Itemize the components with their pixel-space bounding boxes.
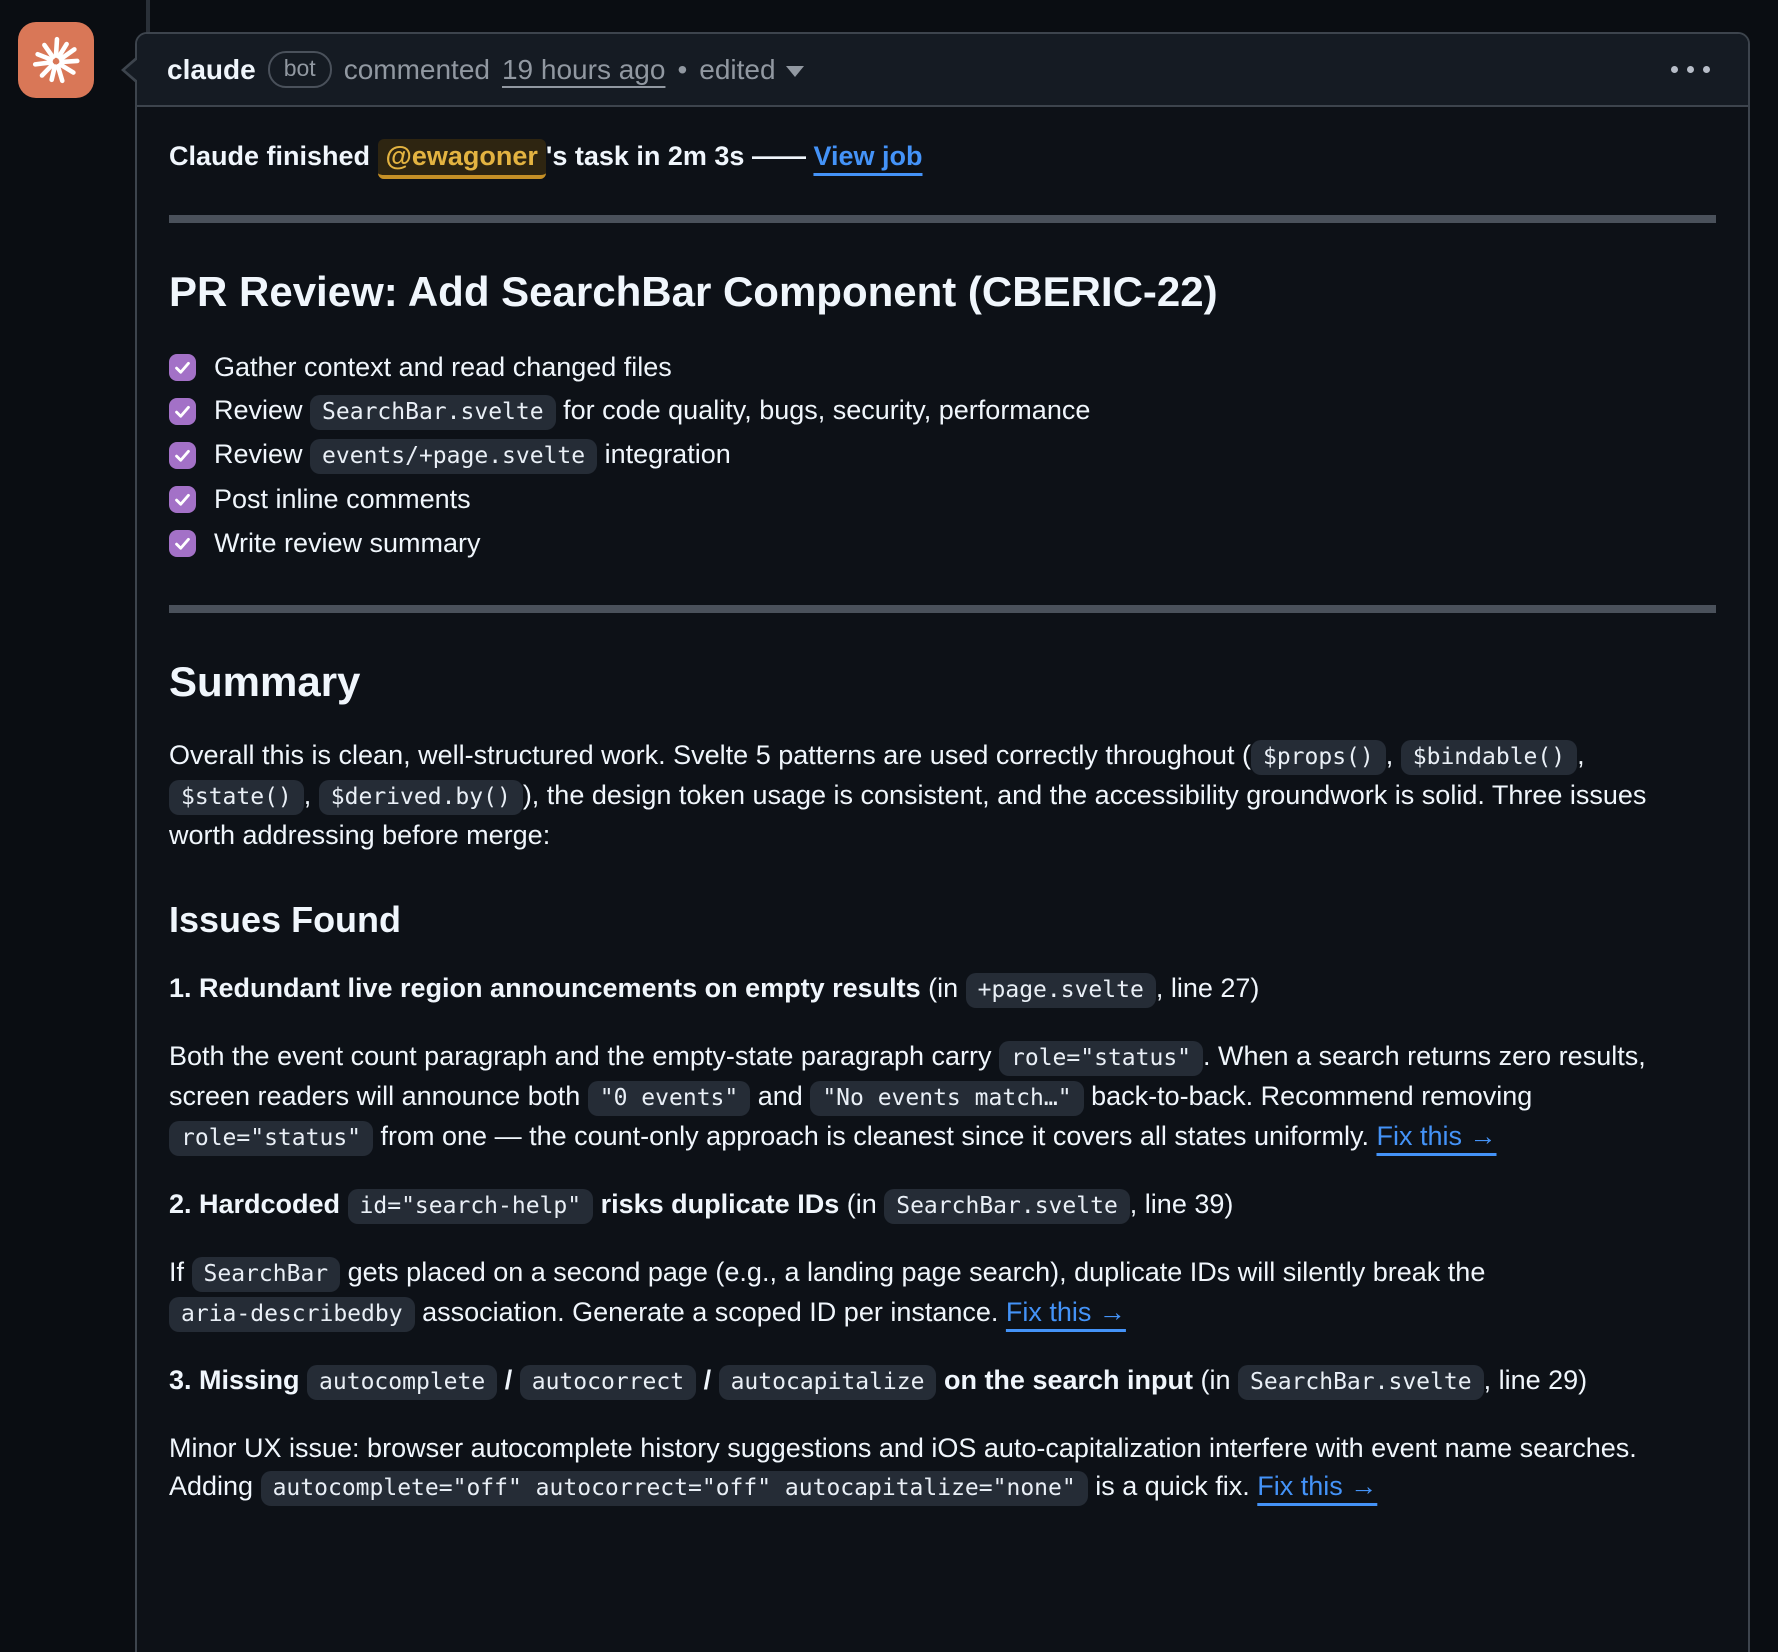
- checked-checkbox-icon[interactable]: [169, 354, 196, 381]
- checked-checkbox-icon[interactable]: [169, 398, 196, 425]
- divider: [169, 215, 1716, 223]
- task-item: Post inline comments: [169, 477, 1716, 521]
- inline-code: SearchBar.svelte: [1238, 1365, 1484, 1400]
- edited-label: edited: [699, 54, 775, 86]
- inline-code: autocomplete="off" autocorrect="off" aut…: [261, 1471, 1088, 1506]
- inline-code: +page.svelte: [966, 973, 1156, 1008]
- issue-2-title: 2. Hardcoded id="search-help" risks dupl…: [169, 1185, 1716, 1225]
- timeline-connector-line: [146, 0, 150, 34]
- task-item-label: Write review summary: [214, 524, 481, 562]
- caret-down-icon: [786, 66, 804, 77]
- inline-link[interactable]: View job: [813, 141, 922, 171]
- issue-1-title: 1. Redundant live region announcements o…: [169, 969, 1716, 1009]
- author-name[interactable]: claude: [167, 54, 256, 86]
- comment-body: Claude finished @ewagoner's task in 2m 3…: [137, 107, 1748, 1565]
- inline-code: SearchBar.svelte: [310, 395, 556, 430]
- task-item-label: Review events/+page.svelte integration: [214, 435, 731, 475]
- inline-code: $bindable(): [1401, 740, 1577, 775]
- issue-3-body: Minor UX issue: browser autocomplete his…: [169, 1429, 1716, 1507]
- inline-code: $derived.by(): [319, 780, 523, 815]
- bot-badge: bot: [268, 51, 332, 88]
- task-item: Write review summary: [169, 521, 1716, 565]
- kebab-menu-button[interactable]: [1663, 58, 1718, 81]
- task-item: Review SearchBar.svelte for code quality…: [169, 389, 1716, 433]
- task-item-label: Post inline comments: [214, 480, 471, 518]
- inline-code: "0 events": [588, 1081, 750, 1116]
- inline-code: role="status": [999, 1041, 1203, 1076]
- separator-dot: •: [677, 54, 687, 86]
- issue-1-body: Both the event count paragraph and the e…: [169, 1037, 1716, 1157]
- edited-dropdown[interactable]: edited: [699, 54, 803, 86]
- inline-code: events/+page.svelte: [310, 439, 597, 474]
- action-label: commented: [344, 54, 490, 86]
- inline-code: SearchBar.svelte: [884, 1189, 1130, 1224]
- inline-code: aria-describedby: [169, 1297, 415, 1332]
- inline-code: autocomplete: [307, 1365, 497, 1400]
- inline-link[interactable]: Fix this →: [1376, 1121, 1496, 1151]
- user-mention[interactable]: @ewagoner: [378, 139, 546, 179]
- checked-checkbox-icon[interactable]: [169, 442, 196, 469]
- checked-checkbox-icon[interactable]: [169, 530, 196, 557]
- task-item: Gather context and read changed files: [169, 345, 1716, 389]
- job-status-line: Claude finished @ewagoner's task in 2m 3…: [169, 137, 1716, 175]
- inline-link[interactable]: Fix this →: [1006, 1297, 1126, 1327]
- comment-header: claude bot commented 19 hours ago • edit…: [137, 34, 1748, 107]
- summary-paragraph: Overall this is clean, well-structured w…: [169, 736, 1716, 854]
- divider: [169, 605, 1716, 613]
- inline-code: id="search-help": [348, 1189, 594, 1224]
- inline-link[interactable]: Fix this →: [1257, 1471, 1377, 1501]
- claude-bot-avatar[interactable]: [18, 22, 94, 98]
- claude-starburst-icon: [27, 31, 85, 89]
- inline-code: autocapitalize: [719, 1365, 937, 1400]
- issues-heading: Issues Found: [169, 898, 1716, 941]
- inline-code: "No events match…": [810, 1081, 1083, 1116]
- comment-card: claude bot commented 19 hours ago • edit…: [135, 32, 1750, 1652]
- task-checklist: Gather context and read changed files Re…: [169, 345, 1716, 565]
- inline-code: $props(): [1251, 740, 1386, 775]
- inline-code: autocorrect: [520, 1365, 696, 1400]
- issue-3-title: 3. Missing autocomplete / autocorrect / …: [169, 1361, 1716, 1401]
- inline-code: role="status": [169, 1121, 373, 1156]
- task-item: Review events/+page.svelte integration: [169, 433, 1716, 477]
- summary-heading: Summary: [169, 657, 1716, 707]
- kebab-menu-icon: [1671, 66, 1678, 73]
- review-title: PR Review: Add SearchBar Component (CBER…: [169, 267, 1716, 317]
- timestamp-link[interactable]: 19 hours ago: [502, 54, 665, 86]
- inline-code: SearchBar: [192, 1257, 341, 1292]
- inline-code: $state(): [169, 780, 304, 815]
- checked-checkbox-icon[interactable]: [169, 486, 196, 513]
- task-item-label: Review SearchBar.svelte for code quality…: [214, 391, 1090, 431]
- task-item-label: Gather context and read changed files: [214, 348, 672, 386]
- issue-2-body: If SearchBar gets placed on a second pag…: [169, 1253, 1716, 1333]
